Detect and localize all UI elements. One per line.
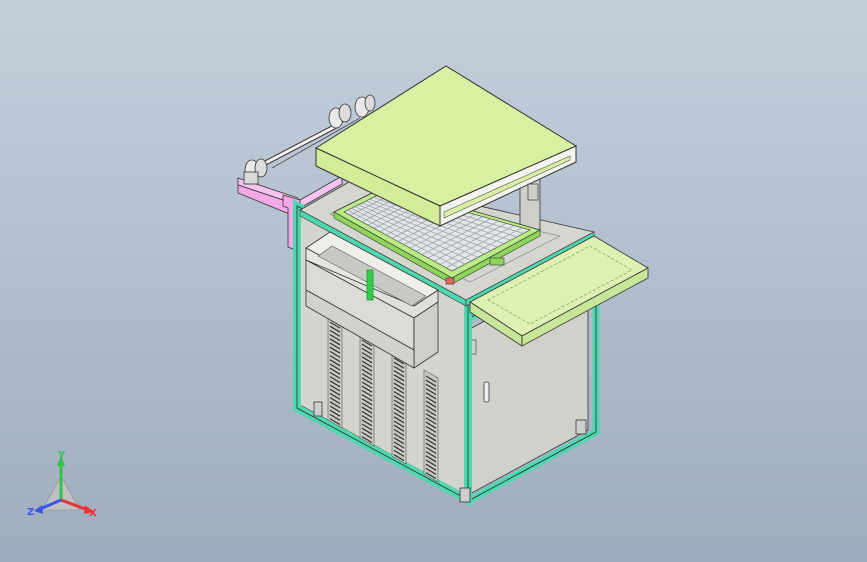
x-axis-label: X xyxy=(89,508,97,519)
z-axis-label: Z xyxy=(27,507,34,518)
red-marker xyxy=(445,277,455,285)
door-handle[interactable] xyxy=(483,381,490,403)
cad-viewport[interactable]: Y X Z xyxy=(0,0,867,562)
machine-3d-model[interactable]: Y X Z xyxy=(0,0,867,562)
green-indicator-rod xyxy=(366,269,374,301)
coordinate-triad: Y X Z xyxy=(27,450,97,519)
y-axis-label: Y xyxy=(57,450,66,461)
